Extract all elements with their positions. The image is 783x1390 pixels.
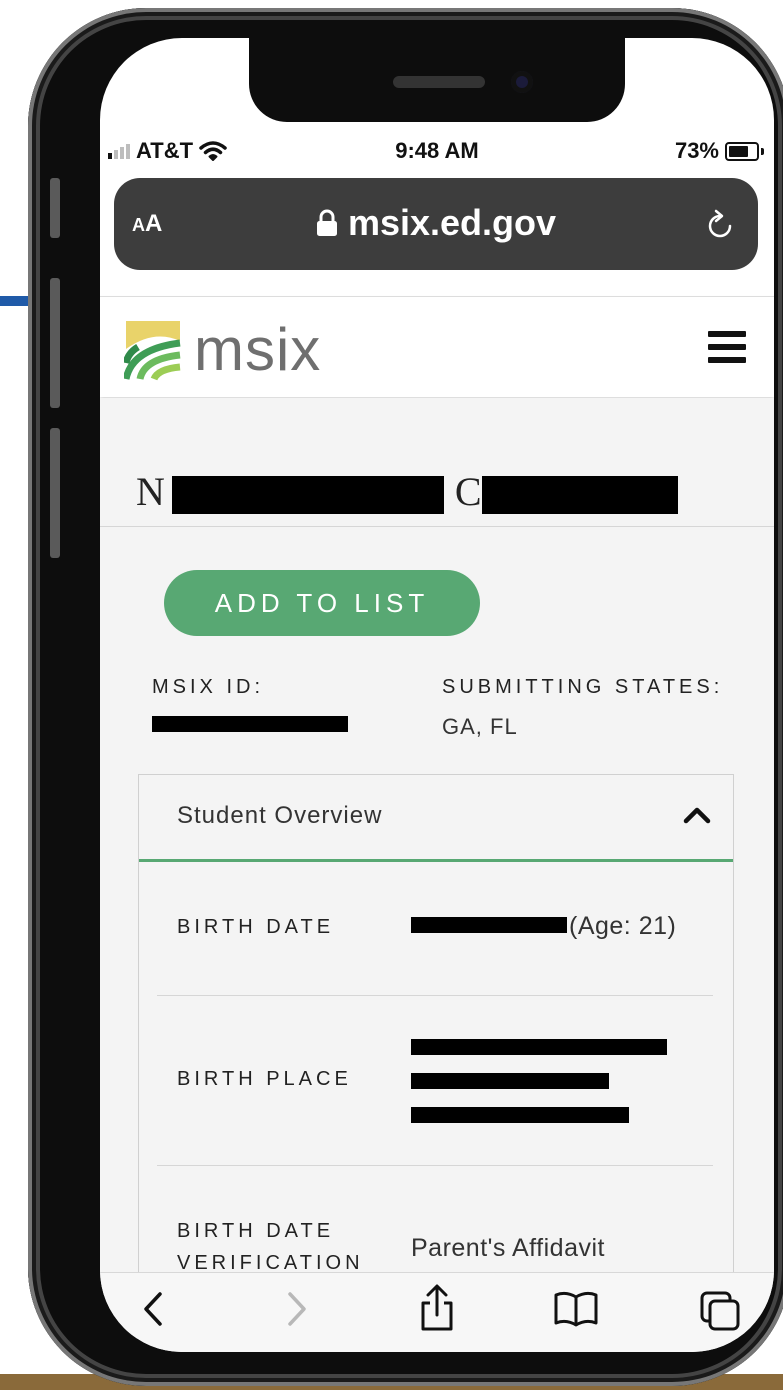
msix-logo-text: msix: [194, 316, 322, 383]
battery-icon: [725, 141, 759, 161]
submitting-states-label: SUBMITTING STATES:: [442, 676, 724, 698]
redaction-last-name: [482, 476, 678, 514]
tabs-icon[interactable]: [698, 1289, 742, 1333]
safari-toolbar: [100, 1272, 774, 1352]
redaction-birth-date: [411, 917, 567, 933]
birth-date-verification-label: BIRTH DATE VERIFICATION: [177, 1220, 364, 1274]
birth-date-label: BIRTH DATE: [177, 916, 335, 938]
msix-id-label: MSIX ID:: [152, 676, 265, 698]
bookmarks-icon[interactable]: [552, 1289, 600, 1329]
student-overview-title: Student Overview: [177, 802, 383, 829]
clock-time: 9:48 AM: [395, 138, 479, 163]
submitting-states-value: GA, FL: [442, 714, 518, 739]
msix-logo-icon: [124, 321, 181, 381]
volume-down-button: [50, 428, 60, 558]
battery-group: 73%: [675, 138, 764, 164]
student-record-content: NC ADD TO LIST MSIX ID: SUBMITTING STATE…: [100, 398, 774, 1296]
reload-icon[interactable]: [706, 206, 736, 240]
safari-address-bar[interactable]: AA msix.ed.gov: [114, 178, 758, 270]
redaction-birth-place-line2: [411, 1073, 609, 1089]
mute-switch: [50, 178, 60, 238]
student-overview-header[interactable]: Student Overview: [139, 775, 733, 862]
site-header: msix: [100, 296, 774, 397]
lock-icon: [316, 209, 337, 236]
row-divider: [157, 1165, 713, 1166]
battery-tip: [761, 147, 764, 155]
redaction-first-name: [172, 476, 444, 514]
redaction-birth-place-line1: [411, 1039, 667, 1055]
add-to-list-button[interactable]: ADD TO LIST: [164, 570, 480, 636]
student-overview-panel: Student Overview BIRTH DATE (Age: 21) BI…: [138, 774, 734, 1296]
forward-icon: [288, 1292, 306, 1326]
notch: [249, 38, 625, 122]
redaction-birth-place-line3: [411, 1107, 629, 1123]
phone-screen: AT&T 9:48 AM 73% AA msix.ed.gov msix N C…: [100, 38, 774, 1352]
divider: [100, 526, 774, 527]
birth-date-verification-value: Parent's Affidavit: [411, 1234, 605, 1262]
url-display[interactable]: msix.ed.gov: [114, 202, 758, 244]
speaker: [393, 76, 485, 88]
front-camera: [511, 71, 533, 93]
phone-frame: AT&T 9:48 AM 73% AA msix.ed.gov msix N C…: [28, 8, 783, 1386]
url-text: msix.ed.gov: [347, 202, 557, 243]
volume-up-button: [50, 278, 60, 408]
chevron-up-icon[interactable]: [683, 805, 711, 825]
birth-place-label: BIRTH PLACE: [177, 1068, 352, 1090]
battery-percent: 73%: [674, 138, 719, 163]
back-icon[interactable]: [140, 1289, 166, 1329]
msix-logo[interactable]: msix: [124, 319, 321, 381]
hamburger-menu-icon[interactable]: [708, 331, 746, 370]
status-bar: AT&T 9:48 AM 73%: [100, 134, 774, 170]
redaction-msix-id: [152, 716, 348, 732]
row-divider: [157, 995, 713, 996]
share-icon[interactable]: [418, 1283, 456, 1333]
